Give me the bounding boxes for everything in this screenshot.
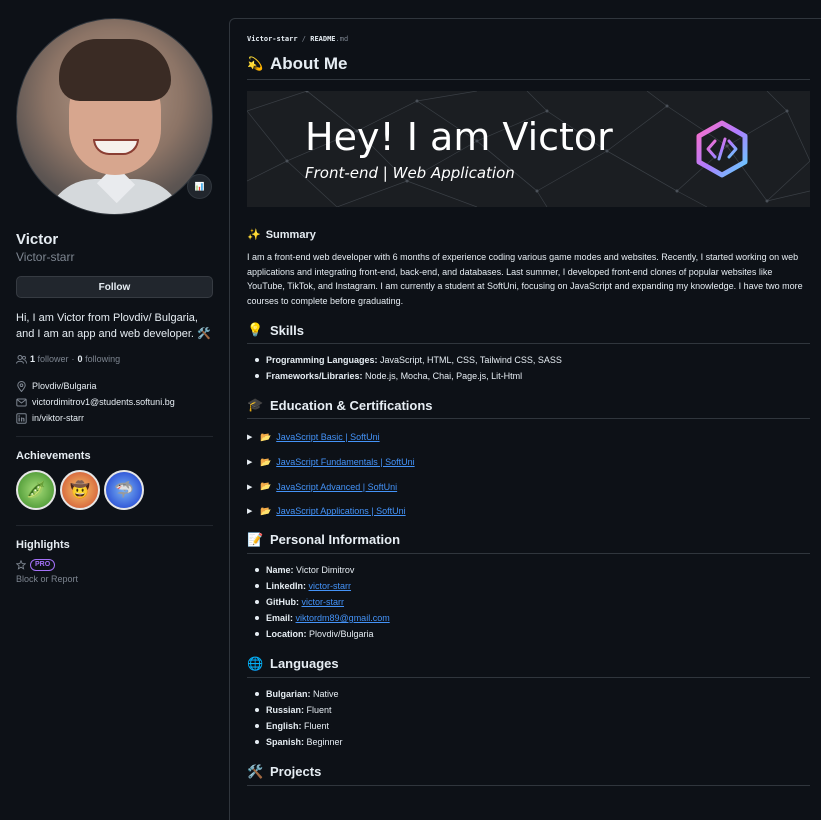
code-hexagon-logo [696, 120, 748, 178]
dizzy-icon: 💫 [247, 56, 264, 71]
summary-text: I am a front-end web developer with 6 mo… [247, 252, 803, 306]
highlights-row: PRO [16, 559, 213, 571]
disclosure-triangle-icon[interactable]: ▶ [247, 483, 255, 491]
folder-icon: 📂 [260, 505, 272, 516]
personal-list: Name: Victor Dimitrov LinkedIn: victor-s… [247, 562, 810, 642]
block-report-link[interactable]: Block or Report [16, 574, 213, 584]
readme-box: Victor-starr / README.md 💫 About Me Hey!… [229, 18, 821, 820]
follow-button[interactable]: Follow [16, 276, 213, 298]
education-item[interactable]: ▶ 📂 JavaScript Fundamentals | SoftUni [247, 450, 810, 475]
about-heading: 💫 About Me [247, 54, 810, 80]
memo-icon: 📝 [247, 531, 264, 547]
followers-link[interactable]: 1 follower [30, 354, 69, 364]
profile-name: Victor [16, 231, 59, 248]
list-item: Name: Victor Dimitrov [247, 562, 810, 578]
profile-email[interactable]: victordimitrov1@students.softuni.bg [16, 394, 213, 410]
list-item: Russian: Fluent [247, 702, 810, 718]
languages-heading: 🌐 Languages [247, 656, 810, 678]
people-icon [16, 354, 27, 364]
education-list: ▶ 📂 JavaScript Basic | SoftUni ▶ 📂 JavaS… [247, 425, 810, 524]
summary-heading: ✨ Summary [247, 228, 316, 242]
education-item[interactable]: ▶ 📂 JavaScript Advanced | SoftUni [247, 474, 810, 499]
readme-content: Victor-starr / README.md 💫 About Me Hey!… [247, 35, 810, 786]
projects-heading: 🛠️ Projects [247, 764, 810, 786]
list-item: GitHub: victor-starr [247, 594, 810, 610]
linkedin-text[interactable]: in/viktor-starr [32, 413, 84, 423]
education-heading: 🎓 Education & Certifications [247, 397, 810, 419]
pro-badge: PRO [30, 559, 56, 571]
graduation-cap-icon: 🎓 [247, 397, 264, 412]
profile-bio: Hi, I am Victor from Plovdiv/ Bulgaria, … [16, 312, 211, 340]
achievement-badge[interactable]: 🫛 [16, 470, 56, 510]
achievements-title: Achievements [16, 450, 91, 462]
folder-icon: 📂 [260, 431, 272, 442]
linkedin-link[interactable]: victor-starr [309, 581, 352, 591]
education-link[interactable]: JavaScript Fundamentals | SoftUni [276, 457, 414, 467]
location-icon [17, 380, 26, 392]
skills-section: 💡 Skills Programming Languages: JavaScri… [247, 322, 810, 384]
breadcrumb-file[interactable]: README [310, 35, 335, 43]
disclosure-triangle-icon[interactable]: ▶ [247, 458, 255, 466]
sidebar-divider [16, 436, 213, 437]
list-item: English: Fluent [247, 718, 810, 734]
sidebar-divider [16, 525, 213, 526]
personal-heading: 📝 Personal Information [247, 532, 810, 554]
achievement-badge[interactable]: 🦈 [104, 470, 144, 510]
disclosure-triangle-icon[interactable]: ▶ [247, 433, 255, 441]
folder-icon: 📂 [260, 456, 272, 467]
github-link[interactable]: victor-starr [302, 597, 345, 607]
profile-linkedin[interactable]: in/viktor-starr [16, 410, 213, 426]
education-section: 🎓 Education & Certifications ▶ 📂 JavaScr… [247, 397, 810, 524]
personal-section: 📝 Personal Information Name: Victor Dimi… [247, 532, 810, 642]
status-emoji-button[interactable]: 📊 [187, 174, 212, 199]
skills-list: Programming Languages: JavaScript, HTML,… [247, 352, 810, 384]
list-item: Spanish: Beginner [247, 734, 810, 750]
list-item: Bulgarian: Native [247, 686, 810, 702]
star-icon [16, 560, 26, 570]
highlights-title: Highlights [16, 539, 70, 551]
education-link[interactable]: JavaScript Applications | SoftUni [276, 506, 405, 516]
banner-subtitle: Front-end | Web Application [305, 164, 515, 182]
breadcrumb-user[interactable]: Victor-starr [247, 35, 298, 43]
profile-sidebar: 📊 Victor Victor-starr Follow Hi, I am Vi… [16, 18, 213, 584]
education-item[interactable]: ▶ 📂 JavaScript Applications | SoftUni [247, 499, 810, 524]
profile-meta-list: Plovdiv/Bulgaria victordimitrov1@student… [16, 378, 213, 426]
tools-icon: 🛠️ [247, 763, 264, 779]
follow-stats: 1 follower · 0 following [16, 354, 213, 364]
languages-list: Bulgarian: Native Russian: Fluent Englis… [247, 686, 810, 750]
globe-icon: 🌐 [247, 655, 264, 671]
mail-icon [16, 398, 27, 406]
linkedin-icon [16, 412, 27, 424]
folder-icon: 📂 [260, 481, 272, 492]
profile-login: Victor-starr [16, 250, 75, 264]
list-item: Location: Plovdiv/Bulgaria [247, 626, 810, 642]
email-text[interactable]: victordimitrov1@students.softuni.bg [32, 397, 175, 407]
list-item: Email: viktordm89@gmail.com [247, 610, 810, 626]
sparkles-icon: ✨ [247, 229, 261, 241]
breadcrumb: Victor-starr / README.md [247, 35, 349, 43]
list-item: LinkedIn: victor-starr [247, 578, 810, 594]
achievement-badge[interactable]: 🤠 [60, 470, 100, 510]
list-item: Programming Languages: JavaScript, HTML,… [247, 352, 810, 368]
projects-section: 🛠️ Projects [247, 764, 810, 786]
education-link[interactable]: JavaScript Advanced | SoftUni [276, 482, 397, 492]
banner-title: Hey! I am Victor [305, 115, 613, 159]
location-text: Plovdiv/Bulgaria [32, 381, 97, 391]
avatar[interactable] [16, 18, 213, 215]
disclosure-triangle-icon[interactable]: ▶ [247, 507, 255, 515]
avatar-wrapper: 📊 [16, 18, 213, 215]
profile-location: Plovdiv/Bulgaria [16, 378, 213, 394]
banner-image: Hey! I am Victor Front-end | Web Applica… [247, 91, 810, 207]
lightbulb-icon: 💡 [247, 322, 264, 337]
following-link[interactable]: 0 following [78, 354, 121, 364]
list-item: Frameworks/Libraries: Node.js, Mocha, Ch… [247, 368, 810, 384]
languages-section: 🌐 Languages Bulgarian: Native Russian: F… [247, 656, 810, 750]
email-link[interactable]: viktordm89@gmail.com [296, 613, 390, 623]
education-link[interactable]: JavaScript Basic | SoftUni [276, 432, 379, 442]
skills-heading: 💡 Skills [247, 322, 810, 344]
achievements-list: 🫛 🤠 🦈 [16, 470, 213, 510]
education-item[interactable]: ▶ 📂 JavaScript Basic | SoftUni [247, 425, 810, 450]
